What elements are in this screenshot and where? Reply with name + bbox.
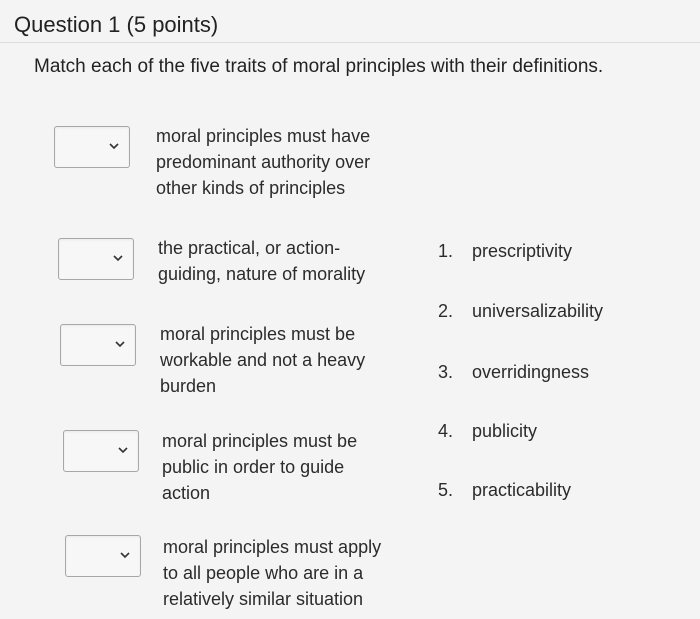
answer-option-4: 4. publicity (438, 421, 537, 442)
definition-line: guiding, nature of morality (158, 264, 366, 284)
answer-label: practicability (472, 480, 572, 500)
definition-line: moral principles must be (160, 324, 356, 344)
definition-5: moral principles must apply to all peopl… (163, 534, 381, 612)
definition-line: action (162, 483, 211, 503)
answer-number: 2. (438, 301, 454, 321)
definition-4: moral principles must be public in order… (162, 428, 357, 506)
chevron-down-icon (114, 338, 126, 350)
answer-option-3: 3. overridingness (438, 362, 589, 383)
definition-line: the practical, or action- (158, 238, 341, 258)
match-dropdown-1[interactable] (54, 126, 130, 168)
definition-line: moral principles must apply (163, 537, 382, 557)
answer-option-2: 2. universalizability (438, 301, 603, 322)
answer-number: 3. (438, 362, 454, 382)
match-dropdown-2[interactable] (58, 238, 134, 280)
definition-line: workable and not a heavy (160, 350, 366, 370)
answer-label: universalizability (472, 301, 604, 321)
match-dropdown-5[interactable] (65, 535, 141, 577)
chevron-down-icon (119, 549, 131, 561)
definition-line: other kinds of principles (156, 178, 346, 198)
definition-3: moral principles must be workable and no… (160, 321, 365, 399)
answer-label: overridingness (472, 362, 590, 382)
definition-line: burden (160, 376, 217, 396)
answer-option-1: 1. prescriptivity (438, 241, 572, 262)
definition-line: predominant authority over (156, 152, 371, 172)
definition-line: relatively similar situation (163, 589, 364, 609)
definition-line: moral principles must have (156, 126, 371, 146)
question-header: Question 1 (5 points) (0, 0, 700, 42)
answer-label: publicity (472, 421, 538, 441)
chevron-down-icon (108, 140, 120, 152)
answer-number: 4. (438, 421, 454, 441)
question-instructions: Match each of the five traits of moral p… (34, 56, 604, 77)
answer-label: prescriptivity (472, 241, 573, 261)
answer-number: 1. (438, 241, 454, 261)
match-dropdown-4[interactable] (63, 430, 139, 472)
definition-line: to all people who are in a (163, 563, 364, 583)
definition-1: moral principles must have predominant a… (156, 123, 370, 201)
question-title: Question 1 (5 points) (14, 12, 219, 37)
definition-line: public in order to guide (162, 457, 345, 477)
match-dropdown-3[interactable] (60, 324, 136, 366)
chevron-down-icon (117, 444, 129, 456)
header-divider (0, 42, 700, 43)
definition-line: moral principles must be (162, 431, 358, 451)
chevron-down-icon (112, 252, 124, 264)
definition-2: the practical, or action- guiding, natur… (158, 235, 365, 287)
answer-option-5: 5. practicability (438, 480, 571, 501)
answer-number: 5. (438, 480, 454, 500)
